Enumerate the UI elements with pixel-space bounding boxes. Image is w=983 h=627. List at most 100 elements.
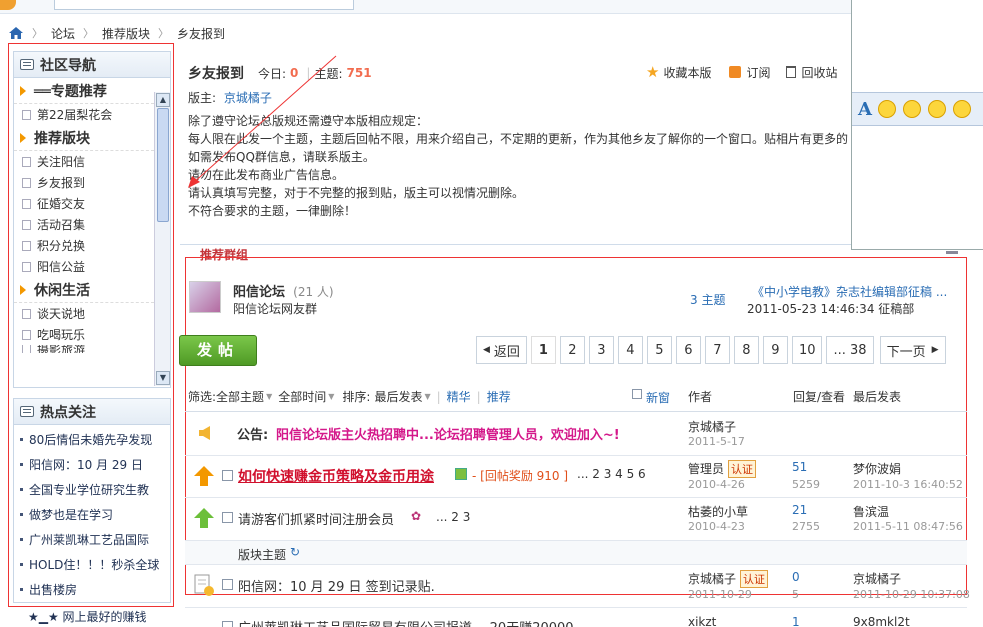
- nav-scrollbar[interactable]: ▲ ▼: [154, 92, 170, 386]
- thread-pages[interactable]: ... 2 3: [436, 510, 470, 524]
- thread-last-user[interactable]: 鲁滨温: [853, 503, 889, 520]
- font-icon[interactable]: A: [858, 99, 872, 120]
- group-latest-user[interactable]: 征稿部: [878, 302, 914, 316]
- nav-category-special[interactable]: ══专题推荐: [14, 78, 154, 104]
- pager-page-3[interactable]: 3: [588, 336, 614, 364]
- sidebar-bottom-item[interactable]: ★▁★ 网上最好的赚钱: [28, 608, 147, 625]
- nav-item[interactable]: 乡友报到: [14, 172, 154, 193]
- pager-page-8[interactable]: 8: [733, 336, 759, 364]
- hot-item[interactable]: 广州莱凯琳工艺品国际: [14, 527, 170, 552]
- new-window-checkbox[interactable]: [632, 389, 642, 399]
- group-latest-title[interactable]: 《中小学电教》杂志社编辑部征稿 ...: [752, 283, 947, 300]
- nav-item[interactable]: 吃喝玩乐: [14, 324, 154, 345]
- bullet-icon: [20, 588, 23, 591]
- pager-page-10[interactable]: 10: [791, 336, 823, 364]
- bullet-icon: [20, 463, 23, 466]
- thread-replies[interactable]: 0: [792, 570, 800, 584]
- breadcrumb-forum[interactable]: 论坛: [51, 25, 75, 42]
- pager-page-9[interactable]: 9: [762, 336, 788, 364]
- hot-item[interactable]: 阳信网：10 月 29 日: [14, 452, 170, 477]
- thread-replies[interactable]: 21: [792, 503, 807, 517]
- new-window-label[interactable]: 新窗: [646, 389, 670, 406]
- thumbs-up-emoticon-icon[interactable]: [952, 100, 971, 118]
- hot-item[interactable]: 出售楼房: [14, 577, 170, 602]
- thread-checkbox[interactable]: [222, 579, 233, 590]
- subscribe-button[interactable]: 订阅: [746, 64, 770, 81]
- thread-replies[interactable]: 51: [792, 460, 807, 474]
- announcement-row: 公告: 阳信论坛版主火热招聘中...论坛招聘管理人员，欢迎加入~! 京城橘子 2…: [185, 413, 967, 456]
- filter-label: 筛选:: [188, 390, 217, 404]
- pager-page-7[interactable]: 7: [704, 336, 730, 364]
- nav-category-recommended[interactable]: 推荐版块: [14, 125, 154, 151]
- image-attachment-icon: [455, 468, 467, 480]
- pager-prev[interactable]: ◀ 返回: [476, 336, 527, 364]
- filter-all-time[interactable]: 全部时间: [278, 388, 326, 405]
- scroll-up-icon[interactable]: ▲: [156, 93, 170, 107]
- group-avatar[interactable]: [189, 281, 221, 313]
- favorite-button[interactable]: 收藏本版: [663, 64, 711, 81]
- nav-item[interactable]: 活动召集: [14, 214, 154, 235]
- board-icon: [22, 177, 31, 188]
- hot-item[interactable]: 全国专业学位研究生教: [14, 477, 170, 502]
- smile-emoticon-icon[interactable]: [877, 100, 896, 118]
- announcement-author[interactable]: 京城橘子: [688, 418, 736, 435]
- search-input[interactable]: [54, 0, 354, 10]
- bullet-icon: [20, 513, 23, 516]
- pager-page-2[interactable]: 2: [559, 336, 585, 364]
- digest-link[interactable]: 精华: [447, 388, 471, 405]
- collapse-icon[interactable]: [946, 251, 958, 254]
- thread-title[interactable]: 广州莱凯琳工艺品国际贸易有限公司报道 -- 20天赚20000: [238, 617, 574, 627]
- pager-next[interactable]: 下一页 ▶: [879, 336, 946, 364]
- hot-item[interactable]: HOLD住！！！秒杀全球: [14, 552, 170, 577]
- thread-title[interactable]: 请游客们抓紧时间注册会员: [238, 509, 394, 528]
- hot-item-label: 做梦也是在学习: [29, 508, 114, 522]
- pager-page-6[interactable]: 6: [675, 336, 701, 364]
- sort-select[interactable]: 最后发表: [374, 388, 422, 405]
- nav-item[interactable]: 阳信公益: [14, 256, 154, 277]
- laugh-emoticon-icon[interactable]: [902, 100, 921, 118]
- nav-item[interactable]: 第22届梨花会: [14, 104, 154, 125]
- thread-last-user[interactable]: 梦你波娟: [853, 460, 901, 477]
- hot-item[interactable]: 80后情侣未婚先孕发现: [14, 427, 170, 452]
- nav-item[interactable]: 关注阳信: [14, 151, 154, 172]
- thread-author[interactable]: 京城橘子 认证: [688, 570, 769, 588]
- thread-checkbox[interactable]: [222, 512, 233, 523]
- nav-item-label: 谈天说地: [37, 307, 86, 321]
- nav-item[interactable]: 征婚交友: [14, 193, 154, 214]
- breadcrumb-recommended[interactable]: 推荐版块: [102, 25, 150, 42]
- pager-page-4[interactable]: 4: [617, 336, 643, 364]
- announcement-title[interactable]: 阳信论坛版主火热招聘中...论坛招聘管理人员，欢迎加入~!: [276, 424, 620, 443]
- scroll-thumb[interactable]: [157, 108, 169, 222]
- recommend-link[interactable]: 推荐: [487, 388, 511, 405]
- thread-last-user[interactable]: 9x8mkl2t: [853, 615, 910, 627]
- group-name[interactable]: 阳信论坛: [233, 285, 285, 300]
- thread-checkbox[interactable]: [222, 621, 233, 627]
- scroll-down-icon[interactable]: ▼: [156, 371, 170, 385]
- hot-item[interactable]: 做梦也是在学习: [14, 502, 170, 527]
- nav-item[interactable]: 摄影旅游: [14, 345, 154, 353]
- thread-replies[interactable]: 1: [792, 615, 800, 627]
- thread-last-user[interactable]: 京城橘子: [853, 570, 901, 587]
- group-topics[interactable]: 3 主题: [690, 291, 725, 308]
- nav-item[interactable]: 谈天说地: [14, 303, 154, 324]
- recycle-bin-button[interactable]: 回收站: [801, 64, 837, 81]
- cute-emoticon-icon[interactable]: [927, 100, 946, 118]
- pager-page-1[interactable]: 1: [530, 336, 556, 364]
- pager-page-5[interactable]: 5: [646, 336, 672, 364]
- thread-title[interactable]: 阳信网：10 月 29 日 签到记录贴.: [238, 576, 435, 595]
- home-icon[interactable]: [8, 26, 24, 40]
- star-icon: ★: [646, 63, 660, 81]
- thread-pages[interactable]: ... 2 3 4 5 6: [577, 467, 646, 481]
- nav-item[interactable]: 积分兑换: [14, 235, 154, 256]
- pager-page-last[interactable]: ... 38: [826, 336, 874, 364]
- refresh-icon[interactable]: ↻: [290, 545, 300, 559]
- filter-all-topics[interactable]: 全部主题: [216, 388, 264, 405]
- thread-author[interactable]: 枯萎的小草: [688, 503, 748, 520]
- thread-title[interactable]: 如何快速赚金币策略及金币用途: [238, 466, 434, 486]
- thread-author[interactable]: 管理员 认证: [688, 460, 757, 478]
- new-post-button[interactable]: 发帖: [179, 335, 257, 366]
- thread-checkbox[interactable]: [222, 470, 233, 481]
- thread-author[interactable]: xikzt: [688, 615, 716, 627]
- nav-category-leisure[interactable]: 休闲生活: [14, 277, 154, 303]
- divider: |: [436, 389, 441, 404]
